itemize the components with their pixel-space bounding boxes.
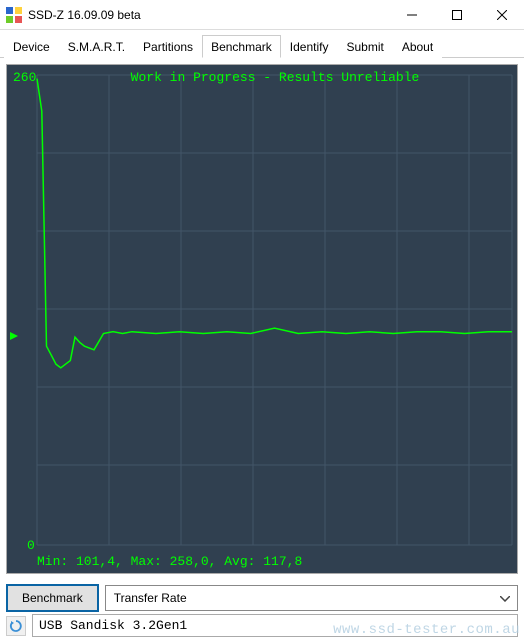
close-button[interactable]: [479, 0, 524, 30]
device-field[interactable]: USB Sandisk 3.2Gen1: [32, 614, 518, 637]
chart-line: [37, 79, 512, 368]
tab-identify[interactable]: Identify: [281, 35, 338, 58]
app-icon: [6, 7, 22, 23]
tab-benchmark[interactable]: Benchmark: [202, 35, 281, 58]
tab-partitions[interactable]: Partitions: [134, 35, 202, 58]
avg-marker-icon: [10, 332, 18, 340]
tab-label: S.M.A.R.T.: [68, 40, 125, 54]
tab-label: Submit: [346, 40, 383, 54]
tab-submit[interactable]: Submit: [337, 35, 392, 58]
tab-smart[interactable]: S.M.A.R.T.: [59, 35, 134, 58]
tab-about[interactable]: About: [393, 35, 442, 58]
benchmark-button[interactable]: Benchmark: [6, 584, 99, 612]
window-title: SSD-Z 16.09.09 beta: [28, 8, 389, 22]
refresh-icon[interactable]: [6, 616, 26, 636]
mode-select-wrap: Transfer Rate: [105, 585, 518, 611]
tab-label: Partitions: [143, 40, 193, 54]
window-controls: [389, 0, 524, 29]
minimize-button[interactable]: [389, 0, 434, 30]
tab-device[interactable]: Device: [4, 35, 59, 58]
tab-label: Identify: [290, 40, 329, 54]
tab-label: Device: [13, 40, 50, 54]
benchmark-chart: 260 0 Work in Progress - Results Unrelia…: [6, 64, 518, 574]
statusbar: USB Sandisk 3.2Gen1: [0, 610, 524, 641]
maximize-button[interactable]: [434, 0, 479, 30]
chart-title: Work in Progress - Results Unreliable: [131, 70, 420, 85]
titlebar: SSD-Z 16.09.09 beta: [0, 0, 524, 30]
tab-label: Benchmark: [211, 40, 272, 54]
tabbar: Device S.M.A.R.T. Partitions Benchmark I…: [0, 30, 524, 58]
y-min-label: 0: [27, 538, 35, 553]
mode-select[interactable]: Transfer Rate: [105, 585, 518, 611]
tab-label: About: [402, 40, 433, 54]
chart-stats: Min: 101,4, Max: 258,0, Avg: 117,8: [37, 554, 302, 569]
y-max-label: 260: [13, 70, 36, 85]
